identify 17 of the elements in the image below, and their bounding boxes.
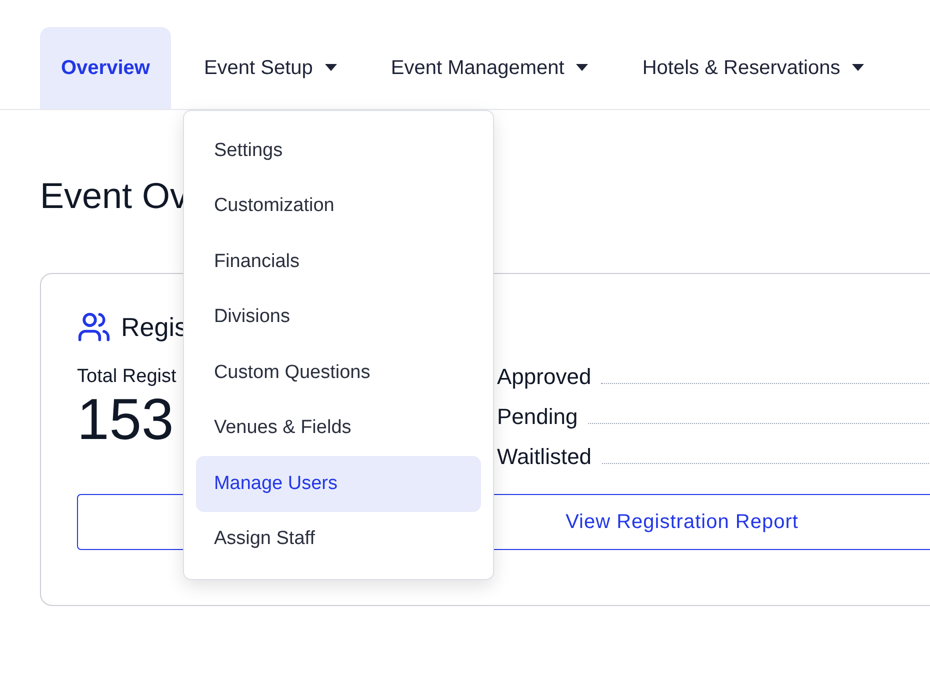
nav-tab[interactable]: Event Setup <box>182 27 358 109</box>
total-count: 153 <box>77 390 174 450</box>
menu-item[interactable]: Financials <box>196 234 481 290</box>
nav-tab[interactable]: Event Management <box>370 27 610 109</box>
nav-tab[interactable]: Hotels & Reservations <box>621 27 886 109</box>
nav-tab[interactable]: Overview <box>40 27 171 109</box>
menu-item[interactable]: Custom Questions <box>196 345 481 400</box>
users-icon <box>77 310 111 344</box>
total-label: Total Regist <box>77 366 176 388</box>
menu-item[interactable]: Divisions <box>196 290 481 345</box>
menu-item[interactable]: Settings <box>196 123 481 178</box>
status-label: Waitlisted <box>497 444 592 470</box>
status-label: Approved <box>497 364 592 390</box>
menu-item[interactable]: Manage Users <box>196 456 481 512</box>
status-label: Pending <box>497 404 578 430</box>
menu-item[interactable]: Customization <box>196 178 481 234</box>
menu-item[interactable]: Venues & Fields <box>196 400 481 456</box>
